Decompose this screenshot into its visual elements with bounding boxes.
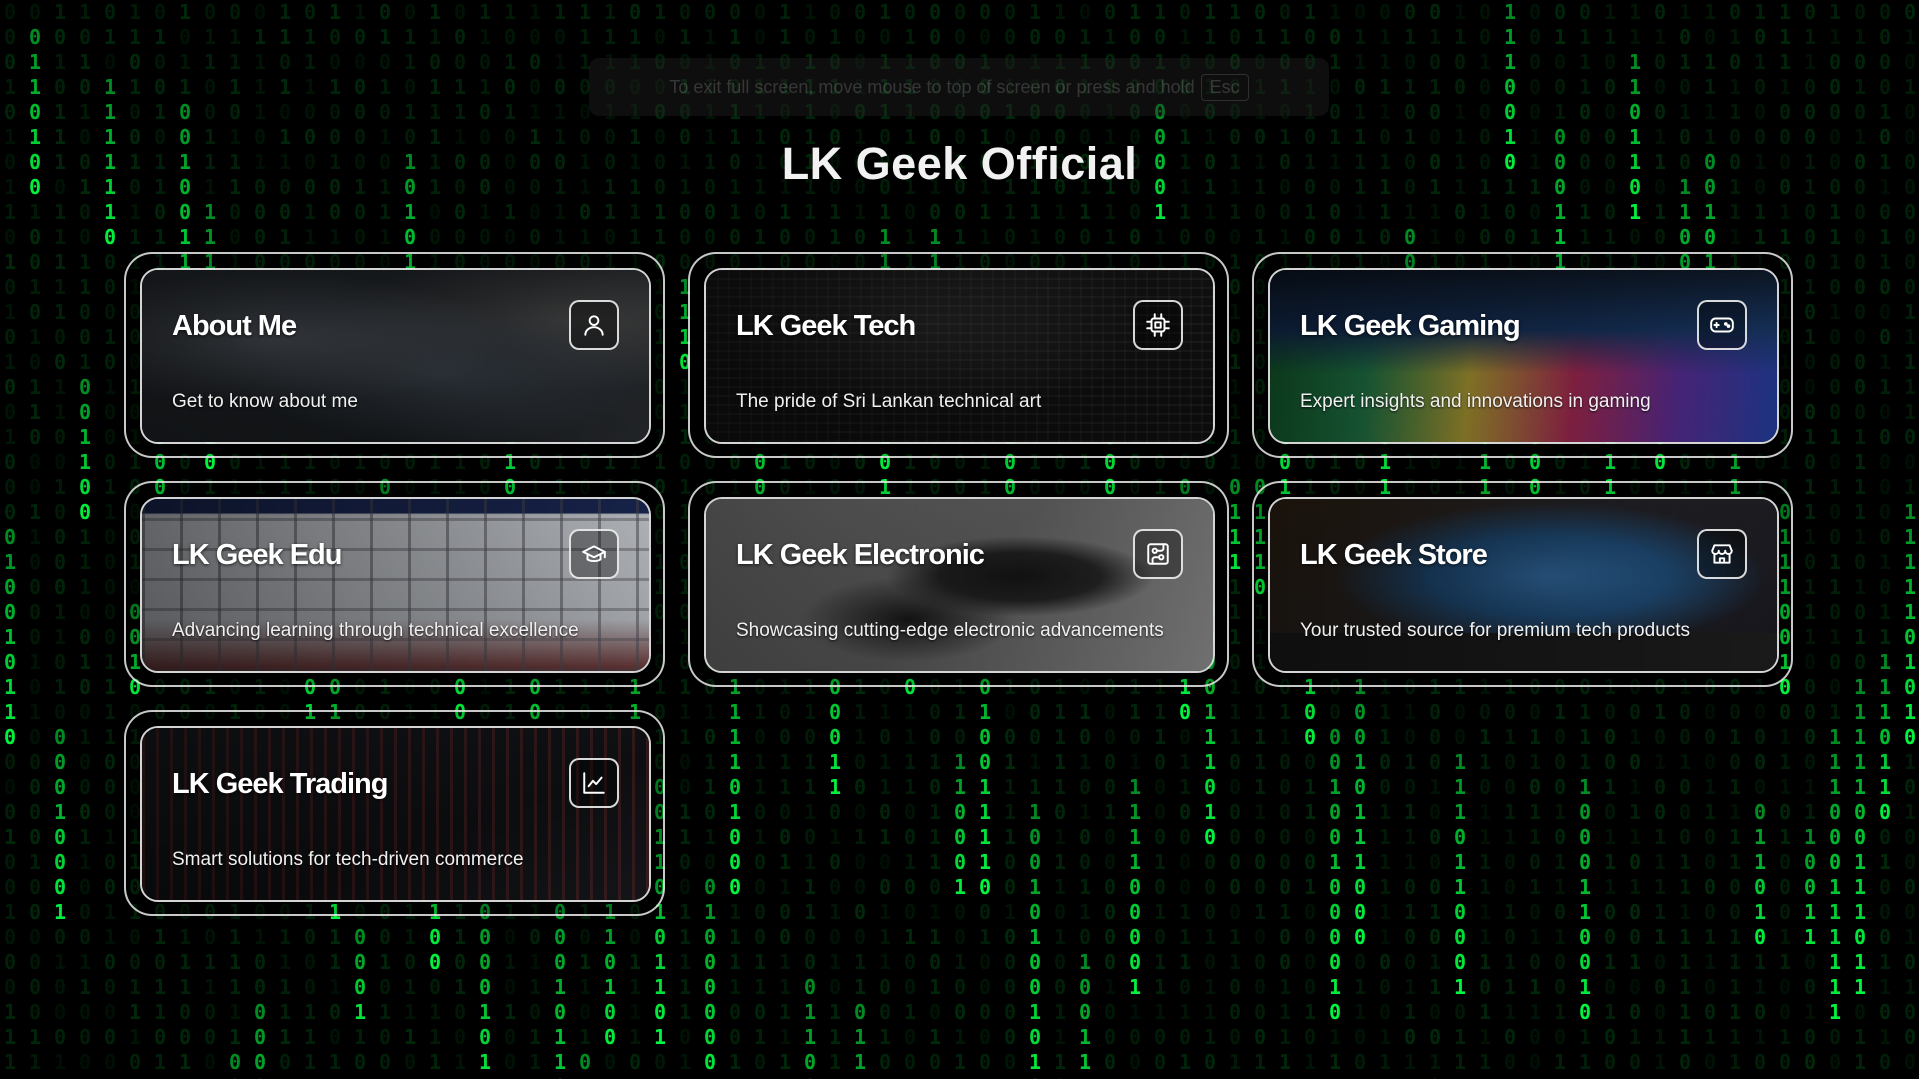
card-frame-lk-geek-trading: LK Geek Trading Smart solutions for tech… [124,710,665,916]
esc-key-badge: Esc [1200,73,1249,101]
store-icon [1697,529,1747,579]
card-frame-about-me: About Me Get to know about me [124,252,665,458]
card-lk-geek-edu[interactable]: LK Geek Edu Advancing learning through t… [140,497,651,673]
card-frame-lk-geek-tech: LK Geek Tech The pride of Sri Lankan tec… [688,252,1229,458]
fullscreen-notice-text: To exit full screen, move mouse to top o… [669,76,1195,97]
card-title: LK Geek Trading [172,768,388,800]
card-lk-geek-gaming[interactable]: LK Geek Gaming Expert insights and innov… [1268,268,1779,444]
card-frame-lk-geek-edu: LK Geek Edu Advancing learning through t… [124,481,665,687]
card-lk-geek-trading[interactable]: LK Geek Trading Smart solutions for tech… [140,726,651,902]
card-about-me[interactable]: About Me Get to know about me [140,268,651,444]
chart-line-icon [569,758,619,808]
card-description: Your trusted source for premium tech pro… [1300,620,1691,641]
graduation-cap-icon [569,529,619,579]
card-description: Advancing learning through technical exc… [172,620,579,641]
card-lk-geek-tech[interactable]: LK Geek Tech The pride of Sri Lankan tec… [704,268,1215,444]
user-icon [569,300,619,350]
card-description: Smart solutions for tech-driven commerce [172,849,524,870]
card-title: LK Geek Store [1300,539,1488,571]
gamepad-icon [1697,300,1747,350]
card-description: The pride of Sri Lankan technical art [736,391,1042,412]
card-title: LK Geek Electronic [736,539,985,571]
card-frame-lk-geek-electronic: LK Geek Electronic Showcasing cutting-ed… [688,481,1229,687]
card-description: Expert insights and innovations in gamin… [1300,391,1651,412]
circuit-board-icon [1133,529,1183,579]
card-description: Get to know about me [172,391,358,412]
chip-icon [1133,300,1183,350]
card-lk-geek-electronic[interactable]: LK Geek Electronic Showcasing cutting-ed… [704,497,1215,673]
card-title: About Me [172,310,297,342]
card-title: LK Geek Tech [736,310,916,342]
card-description: Showcasing cutting-edge electronic advan… [736,620,1164,641]
card-frame-lk-geek-gaming: LK Geek Gaming Expert insights and innov… [1252,252,1793,458]
card-title: LK Geek Gaming [1300,310,1521,342]
card-lk-geek-store[interactable]: LK Geek Store Your trusted source for pr… [1268,497,1779,673]
card-frame-lk-geek-store: LK Geek Store Your trusted source for pr… [1252,481,1793,687]
fullscreen-exit-notice: To exit full screen, move mouse to top o… [589,58,1329,116]
card-title: LK Geek Edu [172,539,342,571]
page-title: LK Geek Official [781,138,1138,189]
